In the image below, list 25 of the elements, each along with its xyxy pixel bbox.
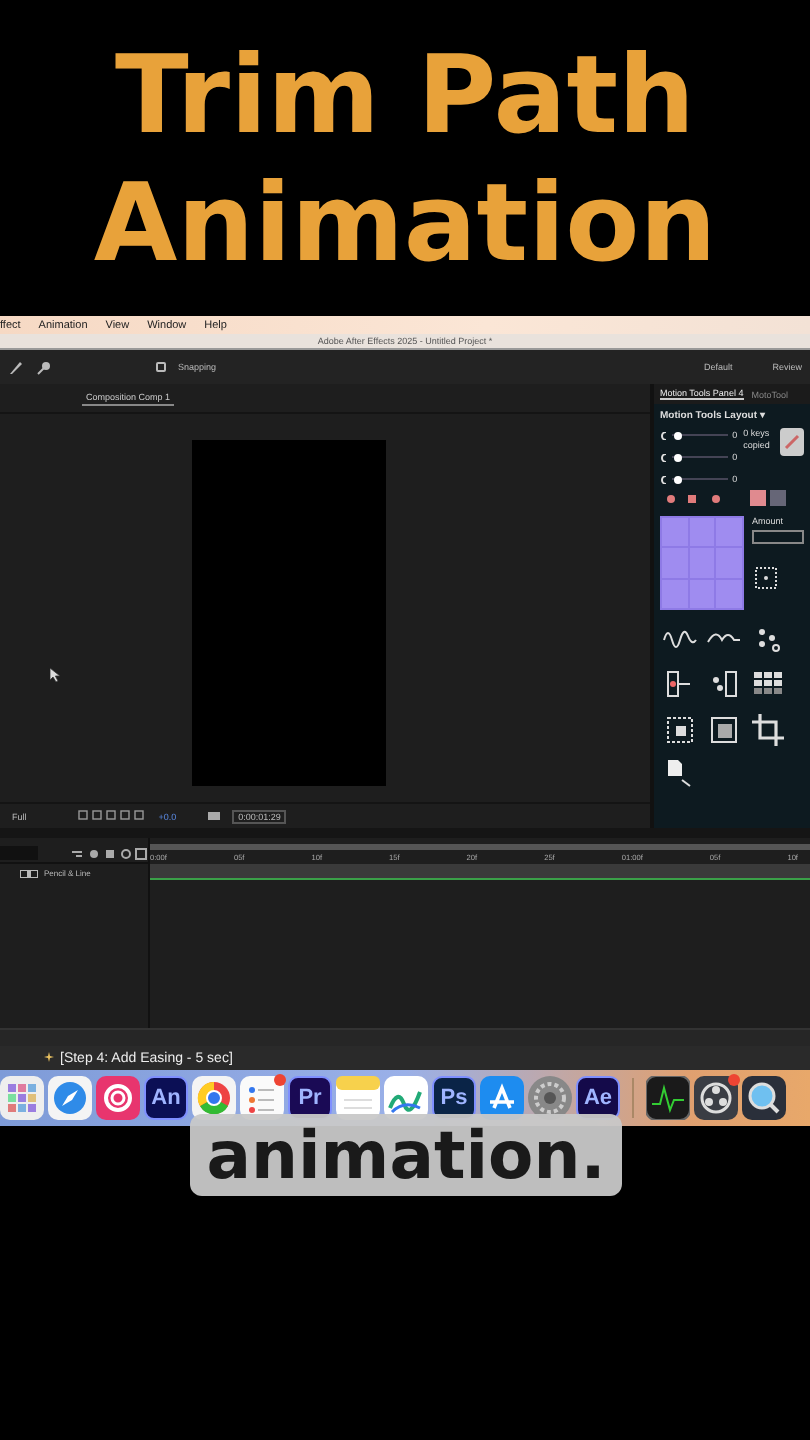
slider-thumb[interactable] bbox=[673, 431, 682, 439]
layer-bar[interactable] bbox=[150, 864, 810, 880]
amount-field[interactable] bbox=[752, 530, 804, 544]
slider-thumb[interactable] bbox=[673, 475, 682, 483]
magnifier-icon[interactable] bbox=[742, 1076, 786, 1120]
sparkle-icon bbox=[44, 1051, 54, 1065]
headline-text: Animation bbox=[93, 160, 717, 288]
record-icon[interactable] bbox=[694, 1076, 738, 1120]
chart-icon[interactable] bbox=[646, 1076, 690, 1120]
timeline-switches-icon[interactable] bbox=[72, 847, 148, 859]
compass-icon[interactable] bbox=[48, 1076, 92, 1120]
rings-icon[interactable] bbox=[96, 1076, 140, 1120]
snapping-checkbox[interactable] bbox=[156, 362, 166, 372]
handle-icon bbox=[660, 431, 668, 439]
handle-icon bbox=[660, 453, 668, 461]
pen-tool-icon[interactable] bbox=[8, 359, 24, 375]
view-options-icon[interactable] bbox=[78, 810, 147, 822]
headline-text: Trim Path bbox=[115, 32, 695, 160]
caption-text: animation. bbox=[206, 1116, 606, 1194]
layer-switch-icon[interactable] bbox=[20, 869, 38, 877]
handle-icon bbox=[660, 475, 668, 483]
pin-tool-icon[interactable] bbox=[36, 359, 52, 375]
slider-thumb[interactable] bbox=[673, 453, 682, 461]
app-tile[interactable]: An bbox=[144, 1076, 188, 1120]
color-swatch-icon[interactable] bbox=[750, 490, 786, 508]
